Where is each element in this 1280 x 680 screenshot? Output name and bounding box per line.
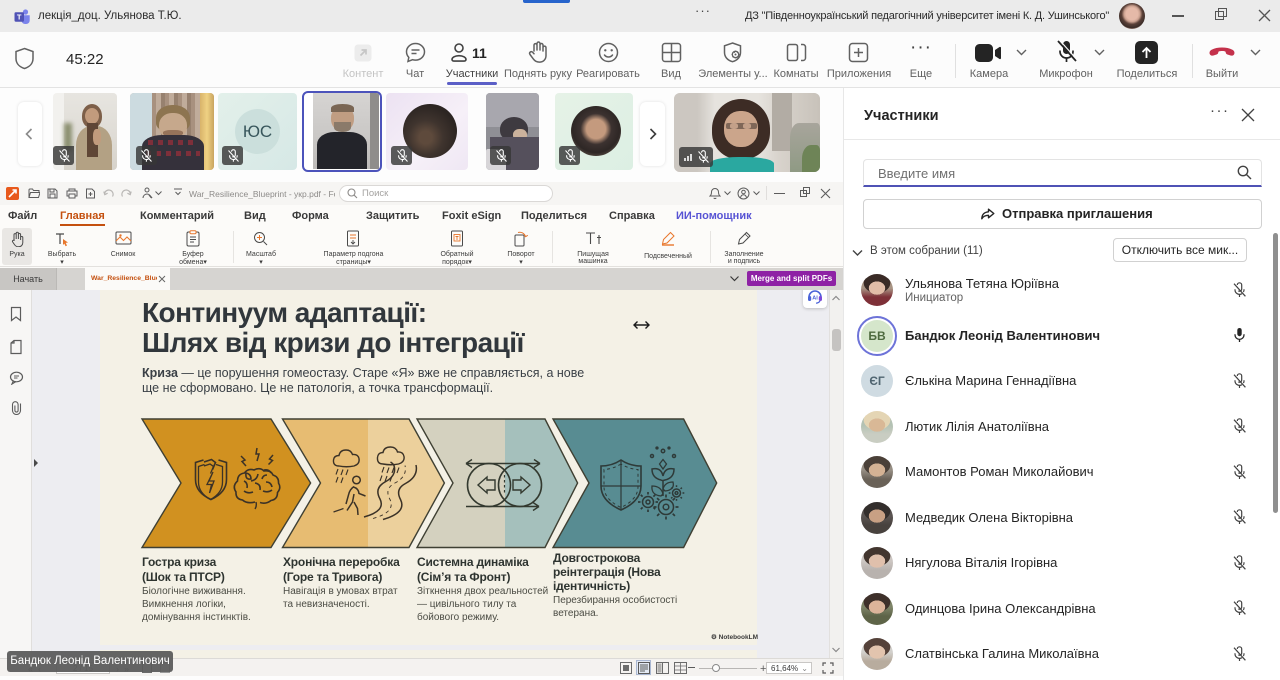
svg-text:AI: AI — [812, 296, 818, 302]
svg-text:T: T — [17, 13, 22, 22]
